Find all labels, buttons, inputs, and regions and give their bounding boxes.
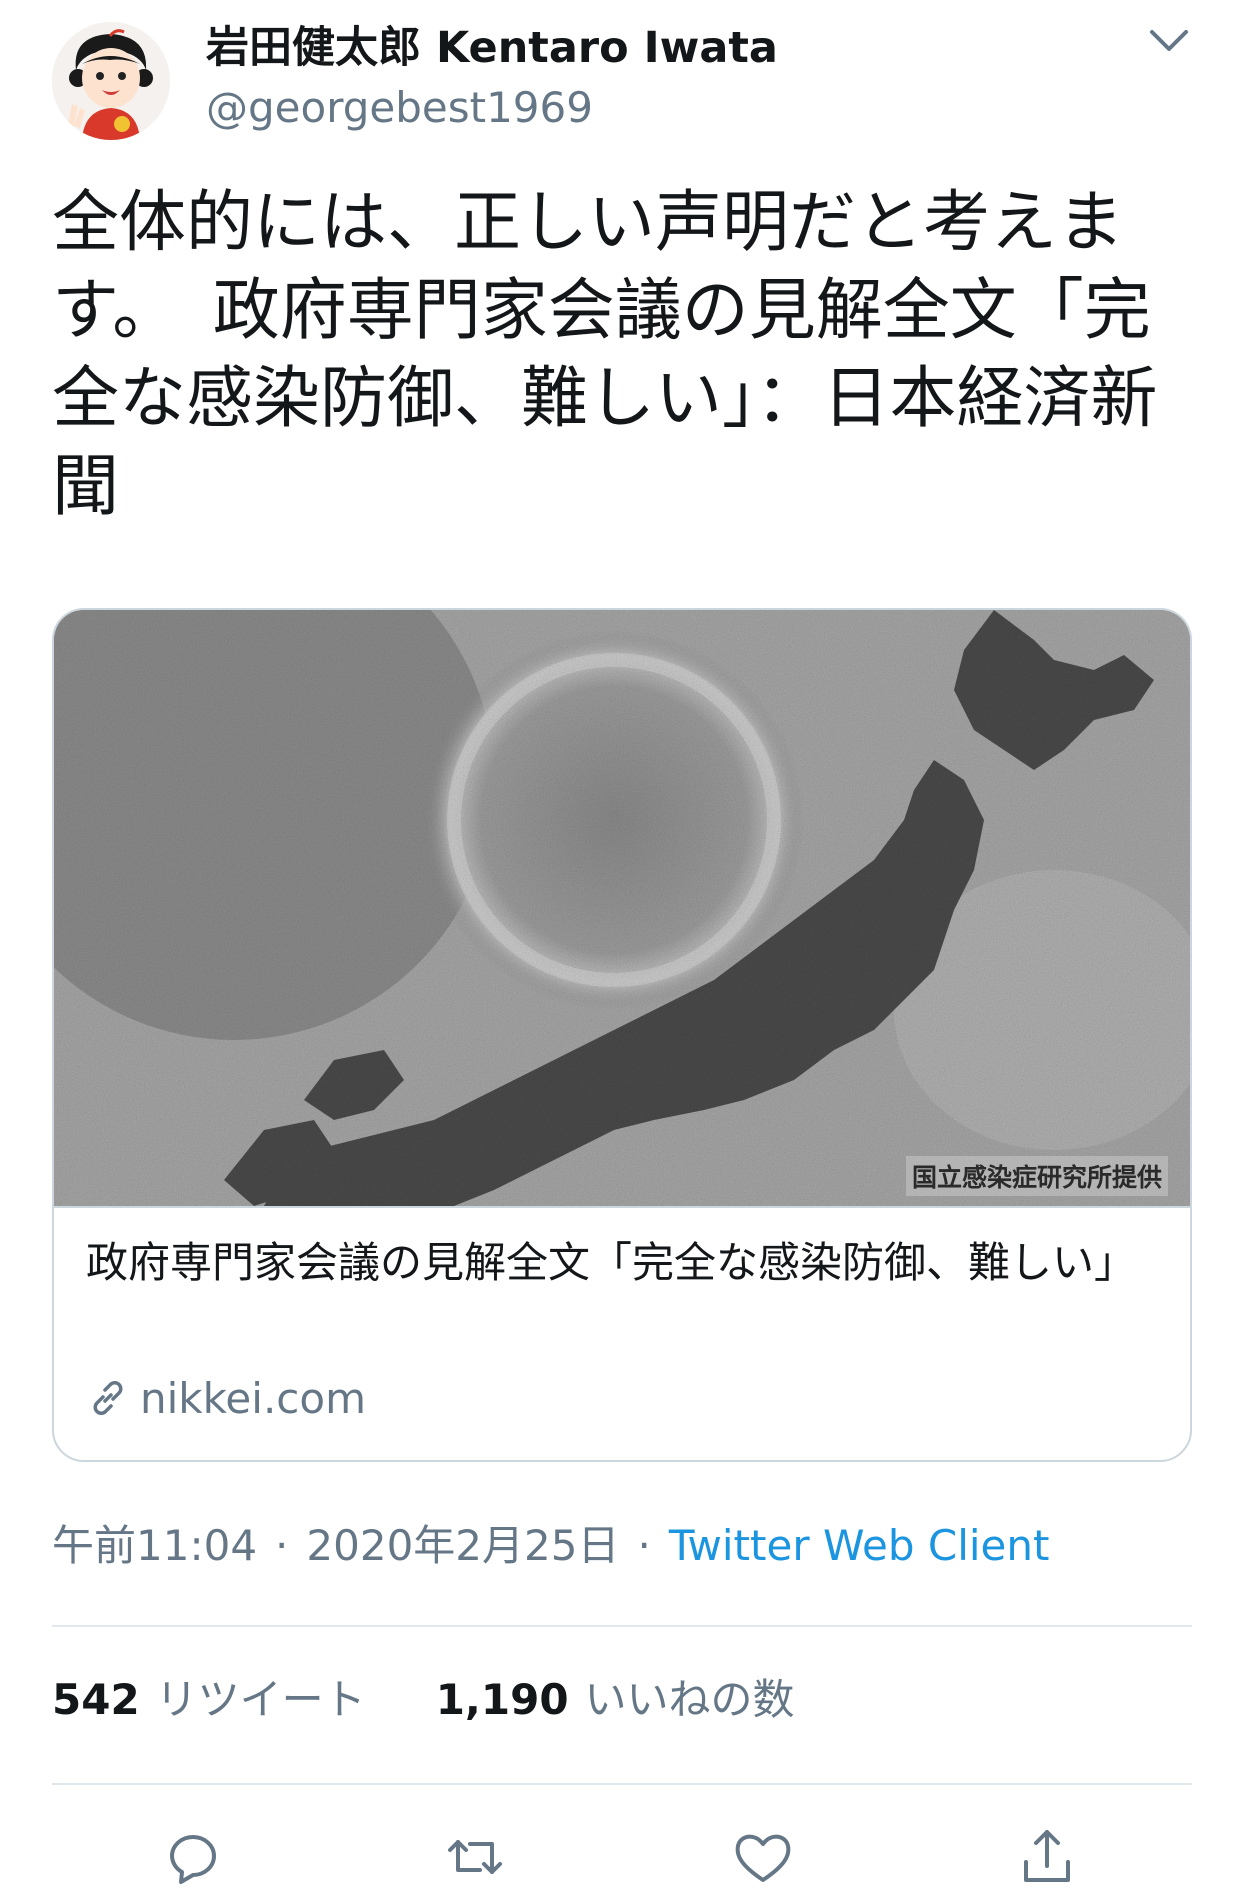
tweet-source-link[interactable]: Twitter Web Client xyxy=(669,1521,1050,1570)
display-name[interactable]: 岩田健太郎 Kentaro Iwata xyxy=(206,20,778,76)
share-icon[interactable] xyxy=(1012,1822,1082,1892)
reply-icon[interactable] xyxy=(158,1822,228,1892)
card-domain-text: nikkei.com xyxy=(140,1373,366,1423)
divider xyxy=(52,1783,1192,1785)
link-icon xyxy=(93,1381,123,1415)
retweets-stat[interactable]: 542 リツイート xyxy=(52,1672,366,1728)
tweet-stats: 542 リツイート 1,190 いいねの数 xyxy=(52,1672,795,1728)
divider xyxy=(52,1625,1192,1627)
retweet-icon[interactable] xyxy=(440,1822,510,1892)
image-credit: 国立感染症研究所提供 xyxy=(905,1156,1168,1196)
likes-label: いいねの数 xyxy=(584,1675,795,1724)
heart-icon[interactable] xyxy=(728,1822,798,1892)
likes-stat[interactable]: 1,190 いいねの数 xyxy=(436,1672,795,1728)
user-handle[interactable]: @georgebest1969 xyxy=(206,80,593,136)
avatar[interactable] xyxy=(52,22,170,140)
chevron-down-icon[interactable] xyxy=(1146,22,1192,58)
retweets-label: リツイート xyxy=(155,1675,366,1724)
link-card[interactable]: 国立感染症研究所提供 政府専門家会議の見解全文「完全な感染防御、難しい」 nik… xyxy=(52,608,1192,1462)
tweet-meta: 午前11:04 · 2020年2月25日 · Twitter Web Client xyxy=(52,1518,1049,1574)
tweet-text: 全体的には、正しい声明だと考えます。 政府専門家会議の見解全文「完全な感染防御、… xyxy=(52,183,1158,525)
card-title[interactable]: 政府専門家会議の見解全文「完全な感染防御、難しい」 xyxy=(86,1234,1166,1292)
likes-count: 1,190 xyxy=(435,1675,569,1724)
meta-separator: · xyxy=(275,1521,289,1570)
tweet-date: 2020年2月25日 xyxy=(306,1521,620,1570)
card-domain[interactable]: nikkei.com xyxy=(86,1370,366,1426)
retweets-count: 542 xyxy=(52,1675,140,1724)
card-image[interactable]: 国立感染症研究所提供 xyxy=(54,610,1190,1206)
meta-separator: · xyxy=(637,1521,651,1570)
card-divider xyxy=(54,1206,1190,1208)
tweet-time: 午前11:04 xyxy=(52,1521,258,1570)
